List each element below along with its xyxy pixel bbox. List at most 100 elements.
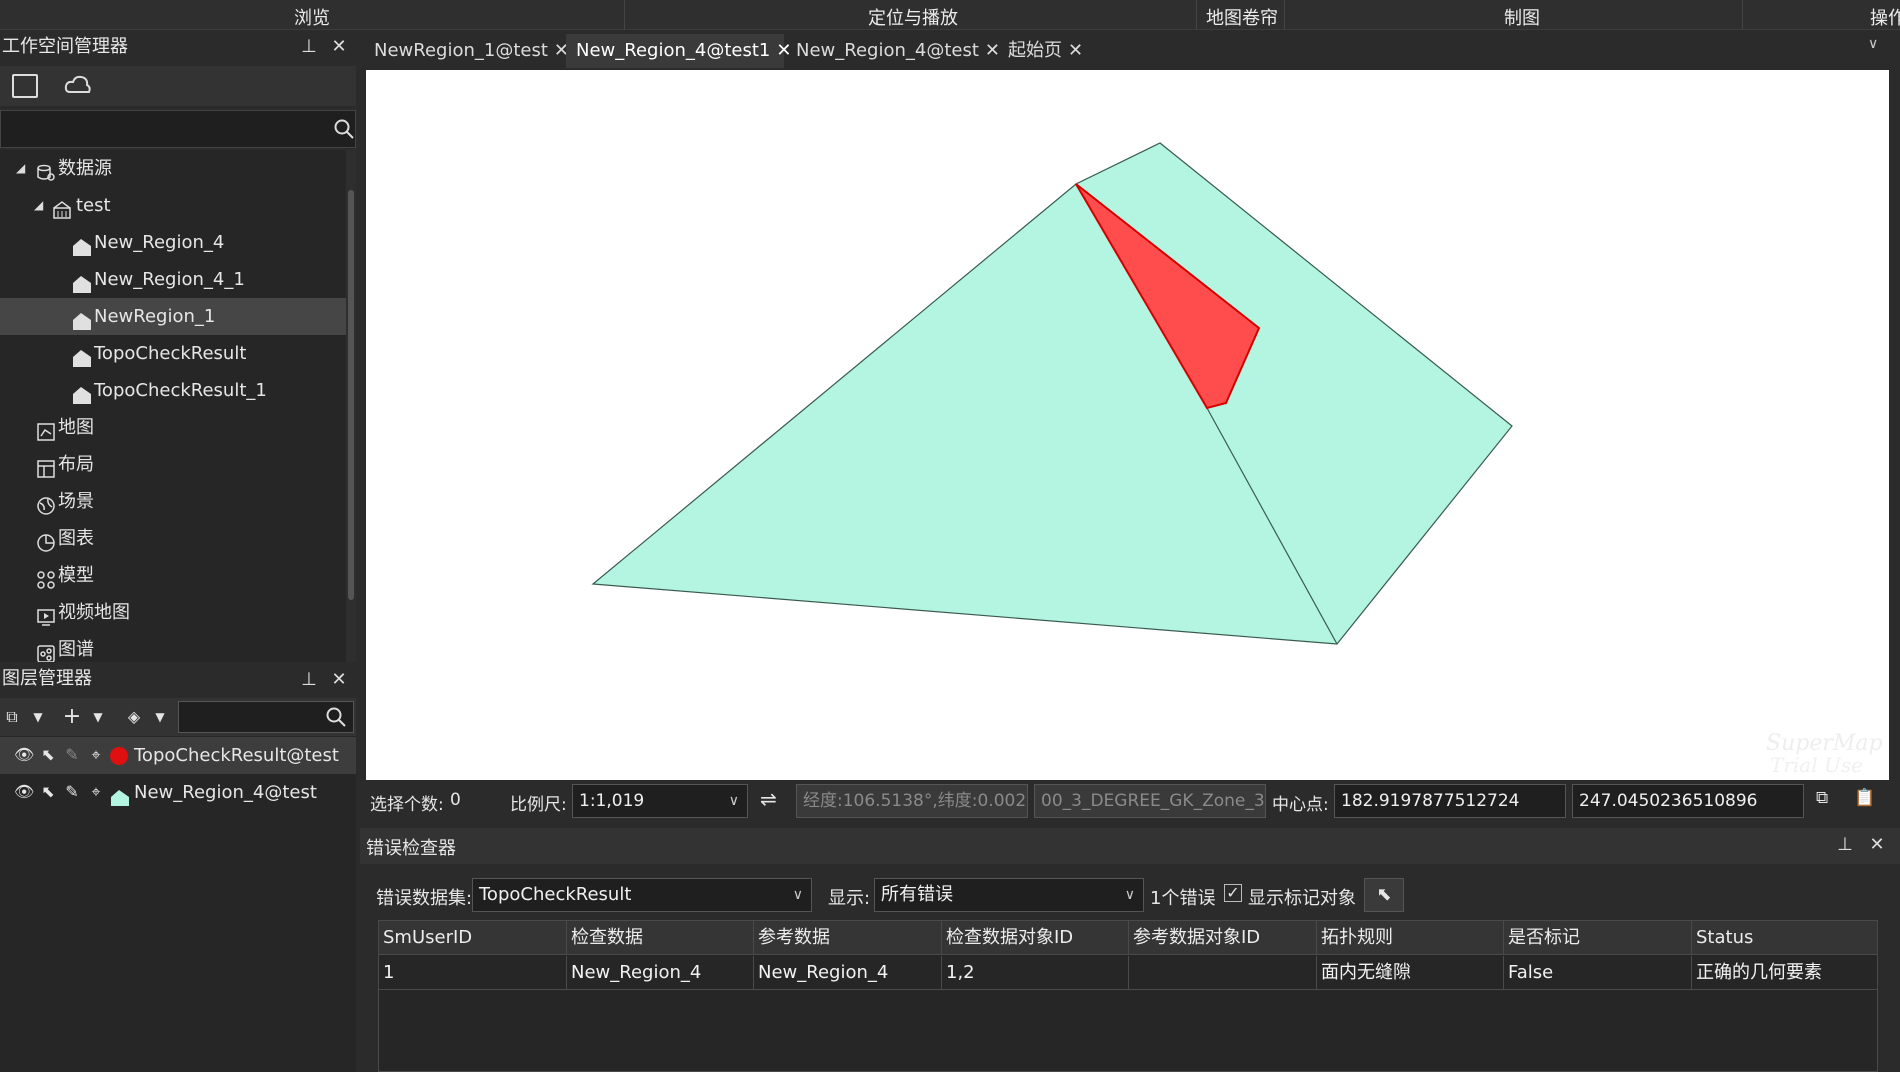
search-icon[interactable] — [325, 706, 347, 728]
close-icon[interactable]: ✕ — [1068, 40, 1083, 61]
table-header[interactable]: SmUserID — [379, 921, 567, 955]
scale-label: 比例尺: — [510, 795, 567, 815]
swap-arrows-icon[interactable]: ⇌ — [760, 787, 777, 811]
expand-triangle-icon[interactable]: ◢ — [16, 150, 25, 187]
table-header[interactable]: Status — [1692, 921, 1877, 955]
plus-icon[interactable]: + — [62, 706, 82, 728]
tab-new-region-4-test[interactable]: New_Region_4@test ✕ — [786, 34, 1000, 68]
tree-item-layouts[interactable]: 布局 — [0, 446, 346, 483]
paste-icon[interactable]: 📋 — [1854, 788, 1875, 808]
table-cell[interactable]: New_Region_4 — [754, 956, 942, 990]
scale-combobox[interactable]: 1:1,019 ∨ — [572, 784, 748, 818]
cloud-datasource-icon[interactable] — [64, 72, 92, 98]
visibility-eye-icon[interactable]: 👁 — [14, 782, 34, 802]
tree-scrollbar[interactable] — [346, 150, 356, 662]
table-header[interactable]: 参考数据对象ID — [1129, 921, 1317, 955]
ribbon-group-locate-play[interactable]: 定位与播放 — [868, 4, 958, 30]
table-cell[interactable]: 正确的几何要素 — [1692, 956, 1877, 990]
table-cell[interactable]: New_Region_4 — [567, 956, 754, 990]
ribbon-group-browse[interactable]: 浏览 — [294, 4, 330, 30]
chevron-down-icon[interactable]: ∨ — [1868, 36, 1878, 52]
table-cell[interactable] — [1129, 956, 1317, 990]
close-icon[interactable]: ✕ — [1866, 834, 1888, 856]
map-view[interactable]: SuperMap Trial Use — [366, 70, 1889, 780]
tab-label: New_Region_4@test — [796, 40, 979, 61]
tab-new-region-4-test1[interactable]: New_Region_4@test1 ✕ — [566, 34, 791, 68]
workspace-panel-header: 工作空间管理器 ⊥ ✕ — [0, 30, 356, 150]
video-map-icon — [36, 603, 56, 626]
chevron-down-icon[interactable]: ▼ — [28, 707, 48, 727]
layers-icon[interactable]: ◈ — [124, 707, 144, 727]
tree-item-maps[interactable]: 地图 — [0, 409, 346, 446]
ribbon-group-cartography[interactable]: 制图 — [1504, 4, 1540, 30]
tree-item-datasources[interactable]: ◢ 数据源 — [0, 150, 346, 187]
tree-item-new-region-4[interactable]: New_Region_4 — [0, 224, 346, 261]
expand-triangle-icon[interactable]: ◢ — [34, 187, 43, 224]
select-count-value: 0 — [450, 790, 461, 810]
error-dataset-combobox[interactable]: TopoCheckResult ∨ — [472, 878, 812, 912]
table-header[interactable]: 是否标记 — [1504, 921, 1692, 955]
visibility-eye-icon[interactable]: 👁 — [14, 745, 34, 765]
layer-row-new-region-4[interactable]: 👁 ⬉ ✎ ⌖ New_Region_4@test — [0, 774, 356, 811]
pin-icon[interactable]: ⊥ — [298, 36, 320, 58]
ribbon-separator — [1284, 0, 1285, 30]
table-header[interactable]: 检查数据 — [567, 921, 754, 955]
ribbon-group-operation[interactable]: 操作 — [1870, 4, 1900, 30]
close-icon[interactable]: ✕ — [328, 36, 350, 58]
tree-item-scenes[interactable]: 场景 — [0, 483, 346, 520]
tree-item-graphs[interactable]: 图谱 — [0, 631, 346, 662]
pin-icon[interactable]: ⊥ — [1834, 834, 1856, 856]
show-marked-checkbox[interactable]: ✓ — [1224, 884, 1242, 902]
table-cell[interactable]: 1,2 — [942, 956, 1129, 990]
chevron-down-icon[interactable]: ∨ — [1125, 879, 1135, 911]
tree-scrollbar-thumb[interactable] — [348, 190, 354, 600]
tab-newregion-1-test[interactable]: NewRegion_1@test ✕ — [364, 34, 569, 68]
tree-item-label: 布局 — [58, 454, 94, 475]
layer-label: TopoCheckResult@test — [134, 745, 339, 766]
chevron-down-icon[interactable]: ∨ — [729, 785, 739, 817]
add-layer-group-icon[interactable]: ⧉ — [2, 707, 22, 727]
layer-search-input[interactable] — [178, 701, 354, 733]
snappable-icon[interactable]: ⌖ — [86, 782, 106, 802]
chevron-down-icon[interactable]: ∨ — [793, 879, 803, 911]
workspace-search-input[interactable] — [0, 110, 356, 148]
table-cell[interactable]: 1 — [379, 956, 567, 990]
tree-item-new-region-4-1[interactable]: New_Region_4_1 — [0, 261, 346, 298]
tree-item-topocheckresult-1[interactable]: TopoCheckResult_1 — [0, 372, 346, 409]
table-header[interactable]: 参考数据 — [754, 921, 942, 955]
map-canvas[interactable]: SuperMap Trial Use — [366, 70, 1889, 780]
selectable-pointer-icon[interactable]: ⬉ — [38, 782, 58, 802]
locate-error-button[interactable]: ⬉ — [1364, 878, 1404, 912]
layer-panel-title: 图层管理器 — [2, 668, 92, 689]
close-icon[interactable]: ✕ — [328, 669, 350, 691]
tree-item-models[interactable]: 模型 — [0, 557, 346, 594]
workspace-view-icon[interactable] — [12, 74, 38, 98]
ribbon-group-swipe[interactable]: 地图卷帘 — [1206, 4, 1278, 30]
table-header[interactable]: 检查数据对象ID — [942, 921, 1129, 955]
center-y-input[interactable]: 247.0450236510896 — [1572, 784, 1804, 818]
display-filter-combobox[interactable]: 所有错误 ∨ — [874, 878, 1144, 912]
table-cell[interactable]: 面内无缝隙 — [1317, 956, 1504, 990]
tree-item-label: NewRegion_1 — [94, 306, 216, 327]
table-header[interactable]: 拓扑规则 — [1317, 921, 1504, 955]
copy-icon[interactable]: ⧉ — [1816, 788, 1828, 808]
tab-start-page[interactable]: 起始页 ✕ — [998, 34, 1088, 68]
editable-pencil-icon[interactable]: ✎ — [62, 782, 82, 802]
tree-item-charts[interactable]: 图表 — [0, 520, 346, 557]
editable-pencil-icon[interactable]: ✎ — [62, 745, 82, 765]
center-x-input[interactable]: 182.9197877512724 — [1334, 784, 1566, 818]
search-icon[interactable] — [333, 118, 355, 140]
snappable-icon[interactable]: ⌖ — [86, 745, 106, 765]
tree-item-newregion-1[interactable]: NewRegion_1 — [0, 298, 346, 335]
pin-icon[interactable]: ⊥ — [298, 669, 320, 691]
chevron-down-icon[interactable]: ▼ — [88, 707, 108, 727]
chevron-down-icon[interactable]: ▼ — [150, 707, 170, 727]
layer-row-topocheckresult[interactable]: 👁 ⬉ ✎ ⌖ TopoCheckResult@test — [0, 737, 356, 774]
tree-item-video-maps[interactable]: 视频地图 — [0, 594, 346, 631]
table-cell[interactable]: False — [1504, 956, 1692, 990]
tree-item-test[interactable]: ◢ test — [0, 187, 346, 224]
error-checker-title: 错误检查器 — [366, 838, 456, 859]
selectable-pointer-icon[interactable]: ⬉ — [38, 745, 58, 765]
tree-item-topocheckresult[interactable]: TopoCheckResult — [0, 335, 346, 372]
workspace-tree: ◢ 数据源 ◢ test New_Region_4 New_Region_4_1… — [0, 150, 356, 662]
